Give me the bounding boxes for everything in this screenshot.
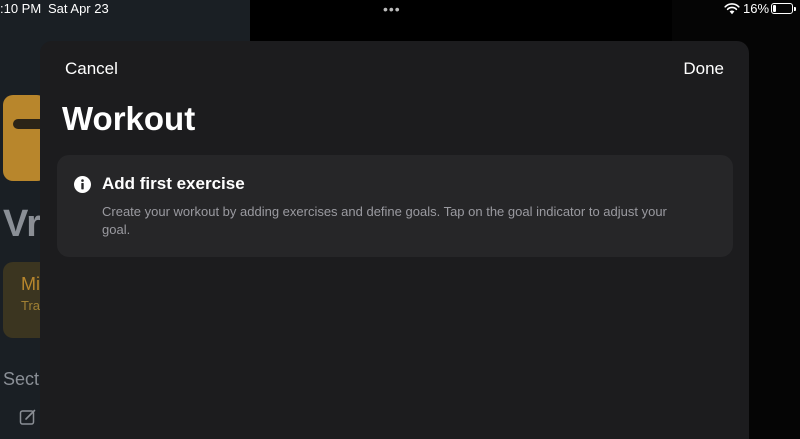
status-time: :10 PM bbox=[0, 1, 42, 16]
cancel-button[interactable]: Cancel bbox=[65, 59, 118, 79]
status-bar: :10 PM Sat Apr 23 ••• 16% bbox=[0, 0, 800, 18]
info-card-title: Add first exercise bbox=[102, 174, 245, 193]
page-title: Workout bbox=[62, 100, 196, 137]
wifi-icon bbox=[724, 3, 740, 15]
add-first-exercise-card[interactable]: Add first exercise Create your workout b… bbox=[57, 155, 733, 257]
done-button[interactable]: Done bbox=[683, 59, 724, 79]
info-card-body: Create your workout by adding exercises … bbox=[102, 204, 667, 237]
screen: Vr Mi Tra Sect :10 PM Sat Apr 23 ••• 16%… bbox=[0, 0, 800, 439]
battery-percentage: 16% bbox=[743, 1, 770, 16]
background-card-subtitle: Tra bbox=[21, 298, 41, 313]
background-title: Vr bbox=[3, 203, 42, 245]
battery-icon bbox=[771, 3, 796, 14]
status-date: Sat Apr 23 bbox=[48, 1, 109, 16]
background-section-header: Sect bbox=[3, 369, 40, 389]
background-card-title: Mi bbox=[21, 274, 40, 294]
info-icon bbox=[74, 176, 91, 193]
workout-sheet: Cancel Done Workout Add first exercise C… bbox=[40, 41, 749, 439]
multitasking-dots[interactable]: ••• bbox=[383, 1, 401, 17]
edit-icon bbox=[19, 409, 36, 425]
